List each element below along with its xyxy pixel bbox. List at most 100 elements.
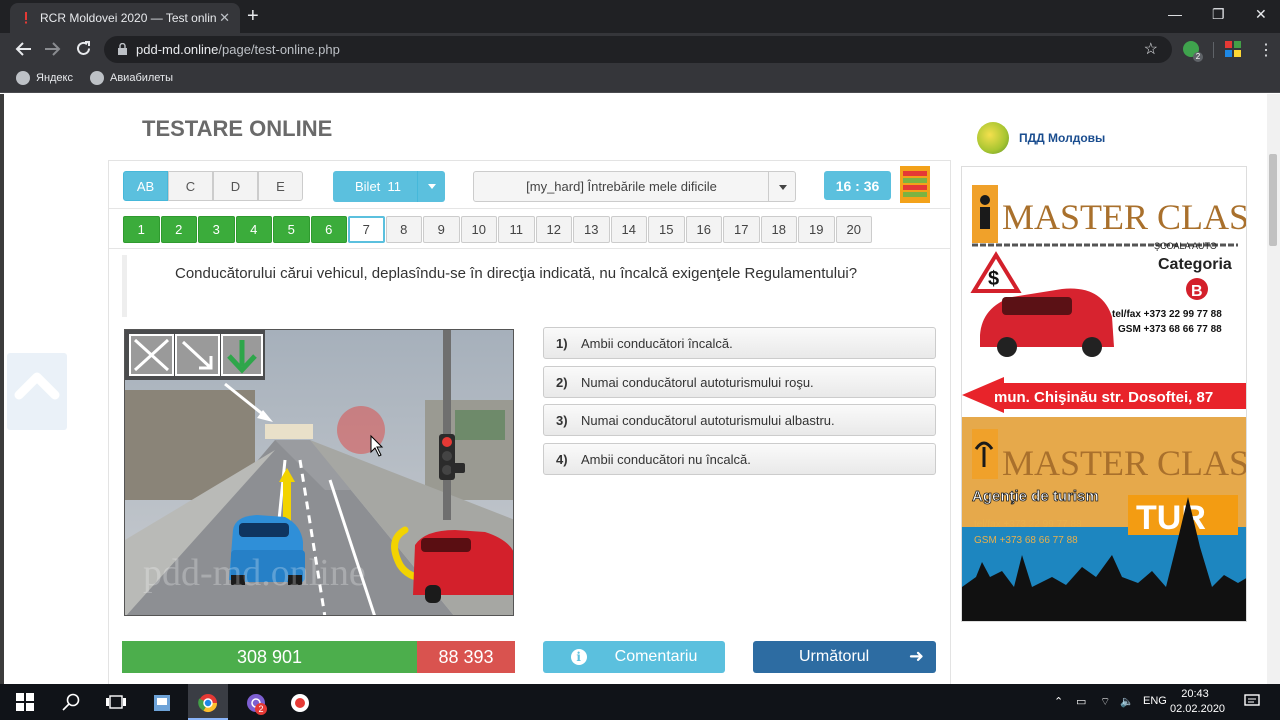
clock-date: 02.02.2020	[1170, 703, 1226, 715]
question-number-10[interactable]: 10	[460, 216, 497, 243]
language-indicator[interactable]: ENG	[1143, 695, 1167, 707]
office-extension-icon[interactable]	[1225, 41, 1241, 57]
browser-tab[interactable]: RCR Moldovei 2020 — Test onlin ✕	[10, 3, 240, 33]
category-c-button[interactable]: C	[168, 171, 213, 201]
brand-link[interactable]: ПДД Молдовы	[977, 122, 1105, 154]
ticket-dropdown[interactable]: Bilet 11	[333, 171, 445, 202]
site-favicon-icon	[25, 12, 27, 24]
answer-number: 1)	[556, 335, 568, 351]
question-image: pdd-md.online	[124, 329, 514, 616]
next-button[interactable]: Următorul ➜	[753, 641, 936, 673]
category-d-button[interactable]: D	[213, 171, 258, 201]
answer-option[interactable]: 3) Numai conducătorul autoturismului alba…	[543, 404, 936, 436]
statistics-book-icon[interactable]	[900, 166, 930, 203]
url-host: pdd-md.online	[136, 42, 219, 57]
bookmark-aviabilety[interactable]: Авиабилеты	[90, 71, 173, 85]
system-clock[interactable]: 20:43 02.02.2020	[1170, 687, 1226, 717]
volume-icon[interactable]: 🔈	[1120, 695, 1134, 708]
question-number-2[interactable]: 2	[160, 216, 197, 243]
chevron-up-icon	[14, 372, 60, 400]
answer-text: Ambii conducători nu încalcă.	[581, 451, 751, 467]
question-number-6[interactable]: 6	[310, 216, 347, 243]
back-arrow-icon[interactable]	[14, 41, 32, 57]
answer-number: 2)	[556, 374, 568, 390]
window-left-edge	[0, 94, 4, 684]
question-number-20[interactable]: 20	[835, 216, 872, 243]
question-number-4[interactable]: 4	[235, 216, 272, 243]
close-window-button[interactable]: ✕	[1255, 6, 1267, 23]
bookmark-star-icon[interactable]: ☆	[1144, 36, 1158, 63]
browser-menu-icon[interactable]: ⋮	[1258, 40, 1274, 60]
chrome-icon	[198, 694, 217, 713]
bookmarks-bar: Яндекс Авиабилеты	[0, 65, 1280, 93]
question-text: Conducătorului cărui vehicul, deplasîndu…	[122, 255, 940, 317]
dollar-sign-icon: $	[988, 268, 999, 290]
ticket-number: 11	[387, 179, 402, 194]
browser-toolbar: pdd-md.online/page/test-online.php ☆	[0, 33, 1280, 65]
extension-badge: 2	[1193, 52, 1203, 62]
forward-arrow-icon[interactable]	[44, 41, 62, 57]
image-watermark: pdd-md.online	[143, 552, 366, 594]
question-number-5[interactable]: 5	[273, 216, 310, 243]
windows-start-icon[interactable]	[16, 693, 34, 711]
bookmark-yandex[interactable]: Яндекс	[16, 71, 73, 85]
question-navigator: 1 2 3 4 5 6 7 8 9 10 11 12 13 14 15 16 17 18 19 20	[123, 216, 872, 243]
answer-option[interactable]: 1) Ambii conducători încalcă.	[543, 327, 936, 359]
question-number-14[interactable]: 14	[610, 216, 647, 243]
question-number-7[interactable]: 7	[348, 216, 385, 243]
new-tab-button[interactable]: +	[247, 5, 259, 28]
info-icon: i	[570, 649, 587, 665]
question-number-17[interactable]: 17	[723, 216, 760, 243]
brand-logo-icon	[977, 122, 1009, 154]
answer-text: Ambii conducători încalcă.	[581, 335, 733, 351]
question-number-12[interactable]: 12	[535, 216, 572, 243]
question-number-3[interactable]: 3	[198, 216, 235, 243]
file-explorer-icon[interactable]	[152, 693, 172, 713]
question-set-select[interactable]: [my_hard] Întrebările mele dificile	[473, 171, 796, 202]
search-icon[interactable]	[62, 693, 80, 711]
chevron-down-icon[interactable]	[768, 172, 795, 201]
category-ab-button[interactable]: AB	[123, 171, 168, 201]
wifi-icon[interactable]: ⌔	[1100, 695, 1110, 709]
screen-recorder-icon[interactable]	[290, 693, 310, 713]
globe-icon	[90, 71, 104, 85]
browser-tab-bar: RCR Moldovei 2020 — Test onlin ✕ + — ❐ ✕	[0, 0, 1280, 33]
ticket-label: Bilet 11	[355, 179, 402, 194]
ad1-subtitle: ŞCOALA AUTO	[1154, 241, 1217, 251]
address-bar[interactable]: pdd-md.online/page/test-online.php ☆	[104, 36, 1172, 63]
answer-option[interactable]: 2) Numai conducătorul autoturismului roşu…	[543, 366, 936, 398]
task-view-icon[interactable]	[106, 693, 126, 711]
question-number-9[interactable]: 9	[423, 216, 460, 243]
divider	[109, 208, 950, 209]
minimize-button[interactable]: —	[1168, 6, 1182, 22]
question-number-15[interactable]: 15	[648, 216, 685, 243]
advertisement-banner[interactable]: MASTER CLASS ŞCOALA AUTO $ Categoria B t…	[961, 166, 1247, 622]
tray-chevron-up-icon[interactable]: ⌃	[1054, 695, 1063, 708]
question-number-8[interactable]: 8	[385, 216, 422, 243]
countdown-timer: 16 : 36	[824, 171, 891, 200]
category-e-button[interactable]: E	[258, 171, 303, 201]
maximize-button[interactable]: ❐	[1212, 6, 1225, 23]
battery-icon[interactable]: ▭	[1076, 695, 1086, 708]
notification-center-icon[interactable]	[1244, 693, 1260, 709]
scroll-to-top-button[interactable]	[7, 353, 67, 430]
comment-button[interactable]: i Comentariu	[543, 641, 725, 673]
question-number-16[interactable]: 16	[685, 216, 722, 243]
chevron-down-icon[interactable]	[417, 171, 445, 202]
scrollbar-thumb[interactable]	[1269, 154, 1277, 246]
reload-icon[interactable]	[75, 40, 92, 57]
viber-badge: 2	[255, 703, 267, 715]
ad1-phone2: GSM +373 68 66 77 88	[1118, 324, 1222, 335]
question-number-11[interactable]: 11	[498, 216, 535, 243]
question-number-1[interactable]: 1	[123, 216, 160, 243]
answer-text: Numai conducătorul autoturismului roşu.	[581, 374, 814, 390]
question-set-value: [my_hard] Întrebările mele dificile	[526, 179, 717, 194]
question-number-13[interactable]: 13	[573, 216, 610, 243]
clock-time: 20:43	[1181, 688, 1209, 700]
question-number-19[interactable]: 19	[798, 216, 835, 243]
ad2-title: MASTER CLASS	[1002, 443, 1247, 483]
comment-label: Comentariu	[614, 648, 698, 665]
answer-option[interactable]: 4) Ambii conducători nu încalcă.	[543, 443, 936, 475]
question-number-18[interactable]: 18	[760, 216, 797, 243]
tab-close-icon[interactable]: ✕	[219, 10, 230, 26]
